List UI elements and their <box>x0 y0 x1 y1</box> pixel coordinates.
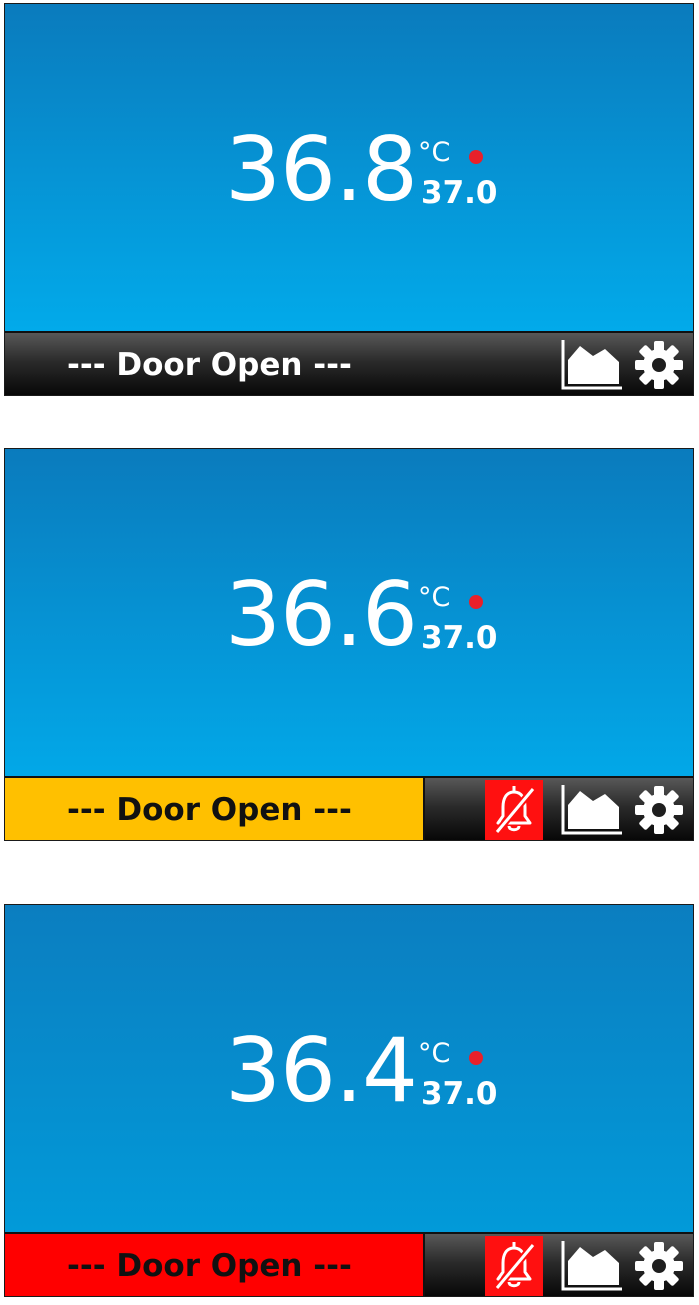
status-bar: --- Door Open --- <box>5 331 693 395</box>
setpoint-value: 37.0 <box>421 620 498 656</box>
bell-slash-icon <box>494 1242 536 1291</box>
settings-button[interactable] <box>633 784 685 836</box>
area-chart-icon <box>561 340 622 390</box>
controller-screen-1: 36.8 °C 37.0 --- Door Open --- <box>4 3 694 396</box>
current-temperature: 36.6 <box>225 563 418 666</box>
setpoint-value: 37.0 <box>421 1076 498 1112</box>
heater-indicator-dot <box>469 595 483 609</box>
heater-indicator-dot <box>469 150 483 164</box>
gear-icon <box>635 341 683 389</box>
settings-button[interactable] <box>633 339 685 391</box>
area-chart-icon <box>561 1241 622 1291</box>
controller-screen-2: 36.6 °C 37.0 --- Door Open --- <box>4 448 694 841</box>
chart-button[interactable] <box>560 783 624 837</box>
chart-button[interactable] <box>560 1239 624 1293</box>
area-chart-icon <box>561 785 622 835</box>
status-bar: --- Door Open --- <box>5 1232 693 1296</box>
chart-button[interactable] <box>560 338 624 392</box>
gear-icon <box>635 1242 683 1290</box>
temperature-display: 36.4 °C 37.0 <box>5 905 693 1232</box>
setpoint-value: 37.0 <box>421 175 498 211</box>
bell-slash-icon <box>494 786 536 835</box>
temperature-unit: °C <box>418 582 451 613</box>
status-message: --- Door Open --- <box>5 778 425 840</box>
temperature-display: 36.8 °C 37.0 <box>5 4 693 331</box>
settings-button[interactable] <box>633 1240 685 1292</box>
status-message: --- Door Open --- <box>67 347 352 383</box>
alarm-mute-button[interactable] <box>485 780 543 840</box>
gear-icon <box>635 786 683 834</box>
status-bar: --- Door Open --- <box>5 776 693 840</box>
controller-screen-3: 36.4 °C 37.0 --- Door Open --- <box>4 904 694 1297</box>
current-temperature: 36.4 <box>225 1019 418 1122</box>
temperature-display: 36.6 °C 37.0 <box>5 449 693 776</box>
current-temperature: 36.8 <box>225 118 418 221</box>
alarm-mute-button[interactable] <box>485 1236 543 1296</box>
temperature-unit: °C <box>418 1038 451 1069</box>
temperature-unit: °C <box>418 137 451 168</box>
heater-indicator-dot <box>469 1051 483 1065</box>
status-message: --- Door Open --- <box>5 1234 425 1296</box>
